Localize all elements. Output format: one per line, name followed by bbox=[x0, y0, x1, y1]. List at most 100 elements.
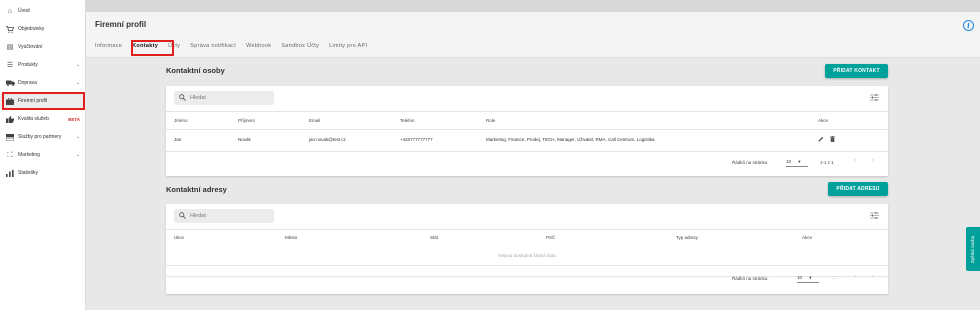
rows-per-page-value: 10 bbox=[786, 159, 792, 164]
rows-per-page-label: Řádků na stránku: bbox=[732, 160, 769, 165]
next-page-icon[interactable]: › bbox=[872, 158, 874, 164]
tab-kontakty[interactable]: Kontakty bbox=[132, 43, 158, 49]
sidebar-item-products[interactable]: ☰ Produkty ⌄ bbox=[0, 57, 86, 73]
search-icon bbox=[179, 211, 186, 221]
page-title: Firemní profil bbox=[95, 20, 147, 29]
next-page-icon[interactable]: › bbox=[872, 274, 874, 280]
chevron-down-icon: ⌄ bbox=[75, 62, 80, 68]
divider bbox=[166, 111, 888, 112]
add-contact-button[interactable]: PŘIDAT KONTAKT bbox=[825, 64, 888, 78]
sidebar-item-label: Statistiky bbox=[18, 170, 39, 176]
search-icon bbox=[179, 93, 186, 103]
address-rows-per-page-label: Řádků na stránku: bbox=[732, 276, 769, 281]
thumbs-up-icon bbox=[5, 115, 15, 123]
addresses-table: Hledat Ulice Město Stát PSČ Typ adresy A… bbox=[166, 204, 888, 294]
tab-api-limits[interactable]: Limity pro API bbox=[329, 43, 367, 49]
chevron-down-icon: ⌄ bbox=[75, 80, 80, 86]
col-header-country: Stát bbox=[430, 235, 439, 240]
tab-webhook[interactable]: Webhook bbox=[246, 43, 271, 49]
col-header-street: Ulice bbox=[174, 235, 185, 240]
address-rows-per-page-select[interactable]: 10 ▾ bbox=[797, 275, 819, 283]
divider bbox=[166, 229, 888, 230]
chevron-down-icon: ⌄ bbox=[75, 152, 80, 158]
cell-first-name: Jan bbox=[174, 137, 182, 142]
sidebar-item-label: Vyúčtování bbox=[18, 44, 43, 50]
info-icon[interactable]: i bbox=[963, 20, 974, 31]
sidebar-item-label: Objednávky bbox=[18, 26, 45, 32]
filter-settings-icon[interactable] bbox=[870, 94, 879, 103]
prev-page-icon[interactable]: ‹ bbox=[854, 274, 856, 280]
sidebar-item-label: Marketing bbox=[18, 152, 40, 158]
cell-phone: +420777777777 bbox=[400, 137, 433, 142]
col-header-actions: Akce bbox=[818, 118, 829, 123]
sidebar: ⌂ Úvod Objednávky ▤ Vyúčtování ☰ Produkt… bbox=[0, 0, 86, 310]
prev-page-icon[interactable]: ‹ bbox=[854, 158, 856, 164]
col-header-city: Město bbox=[285, 235, 298, 240]
sidebar-item-company-profile[interactable]: Firemní profil bbox=[0, 93, 86, 109]
search-placeholder: Hledat bbox=[190, 213, 206, 219]
tab-bar: Informace Kontakty Účty Správa notifikac… bbox=[95, 43, 377, 49]
contacts-search[interactable]: Hledat bbox=[174, 91, 274, 105]
search-placeholder: Hledat bbox=[190, 95, 206, 101]
cell-role: Marketing, Finance, Prodej, TECH, Manage… bbox=[486, 137, 655, 142]
divider bbox=[166, 276, 888, 277]
tab-sandbox[interactable]: Sandbox Účty bbox=[281, 43, 319, 49]
chevron-down-icon: ▾ bbox=[798, 159, 801, 164]
delete-icon[interactable] bbox=[830, 136, 835, 144]
sidebar-item-label: Doprava bbox=[18, 80, 37, 86]
filter-settings-icon[interactable] bbox=[870, 212, 879, 221]
divider bbox=[166, 151, 888, 152]
add-address-button[interactable]: PŘIDAT ADRESU bbox=[828, 182, 888, 196]
tab-notifications[interactable]: Správa notifikací bbox=[190, 43, 236, 49]
address-pagination-range: - bbox=[833, 276, 835, 281]
rows-per-page-value: 10 bbox=[797, 275, 803, 280]
top-bar bbox=[86, 0, 980, 12]
chevron-down-icon: ⌄ bbox=[75, 134, 80, 140]
addresses-search[interactable]: Hledat bbox=[174, 209, 274, 223]
col-header-first-name: Jméno bbox=[174, 118, 188, 123]
sidebar-item-orders[interactable]: Objednávky bbox=[0, 21, 86, 37]
rows-per-page-select[interactable]: 10 ▾ bbox=[786, 159, 808, 167]
sidebar-item-label: Služby pro partnery bbox=[18, 134, 62, 140]
invoice-icon: ▤ bbox=[6, 43, 14, 51]
col-header-address-type: Typ adresy bbox=[676, 235, 699, 240]
cell-email: jan.novak@test.cz bbox=[309, 137, 346, 142]
sidebar-item-label: Kvalita služeb bbox=[18, 116, 49, 122]
sidebar-item-statistics[interactable]: Statistiky bbox=[0, 165, 86, 181]
sidebar-item-partner-services[interactable]: Služby pro partnery ⌄ bbox=[0, 129, 86, 145]
sidebar-item-service-quality[interactable]: Kvalita služeb BETA bbox=[0, 111, 86, 127]
cart-icon bbox=[5, 25, 15, 33]
contacts-section-title: Kontaktní osoby bbox=[166, 66, 225, 75]
list-icon: ☰ bbox=[6, 61, 14, 69]
briefcase-icon bbox=[5, 97, 15, 105]
home-icon: ⌂ bbox=[7, 7, 13, 15]
chevron-down-icon: ▾ bbox=[809, 275, 812, 280]
col-header-email: Email bbox=[309, 118, 321, 123]
page-header: Firemní profil i Informace Kontakty Účty… bbox=[86, 12, 980, 58]
addresses-section-title: Kontaktní adresy bbox=[166, 185, 227, 194]
sidebar-item-label: Produkty bbox=[18, 62, 38, 68]
divider bbox=[166, 265, 888, 266]
contacts-table: Hledat Jméno Příjmení Email Telefon Role… bbox=[166, 86, 888, 176]
edit-icon[interactable] bbox=[818, 136, 824, 144]
sidebar-item-label: Úvod bbox=[18, 8, 30, 14]
bar-chart-icon bbox=[5, 169, 15, 177]
sidebar-item-label: Firemní profil bbox=[18, 98, 48, 104]
sidebar-item-billing[interactable]: ▤ Vyúčtování bbox=[0, 39, 86, 55]
col-header-last-name: Příjmení bbox=[238, 118, 255, 123]
col-header-zip: PSČ bbox=[546, 235, 556, 240]
col-header-role: Role bbox=[486, 118, 496, 123]
tab-informace[interactable]: Informace bbox=[95, 43, 122, 49]
col-header-actions: Akce bbox=[802, 235, 813, 240]
pagination-range: 1-1 z 1 bbox=[820, 160, 834, 165]
tab-ucty[interactable]: Účty bbox=[168, 43, 180, 49]
cell-last-name: Novák bbox=[238, 137, 251, 142]
services-icon bbox=[5, 133, 15, 141]
feedback-tab[interactable]: Zpětná vazba bbox=[966, 227, 980, 271]
sidebar-item-marketing[interactable]: ⛶ Marketing ⌄ bbox=[0, 147, 86, 163]
beta-badge: BETA bbox=[68, 116, 80, 122]
sidebar-item-home[interactable]: ⌂ Úvod bbox=[0, 3, 86, 19]
col-header-phone: Telefon bbox=[400, 118, 415, 123]
divider bbox=[166, 129, 888, 130]
sidebar-item-shipping[interactable]: Doprava ⌄ bbox=[0, 75, 86, 91]
